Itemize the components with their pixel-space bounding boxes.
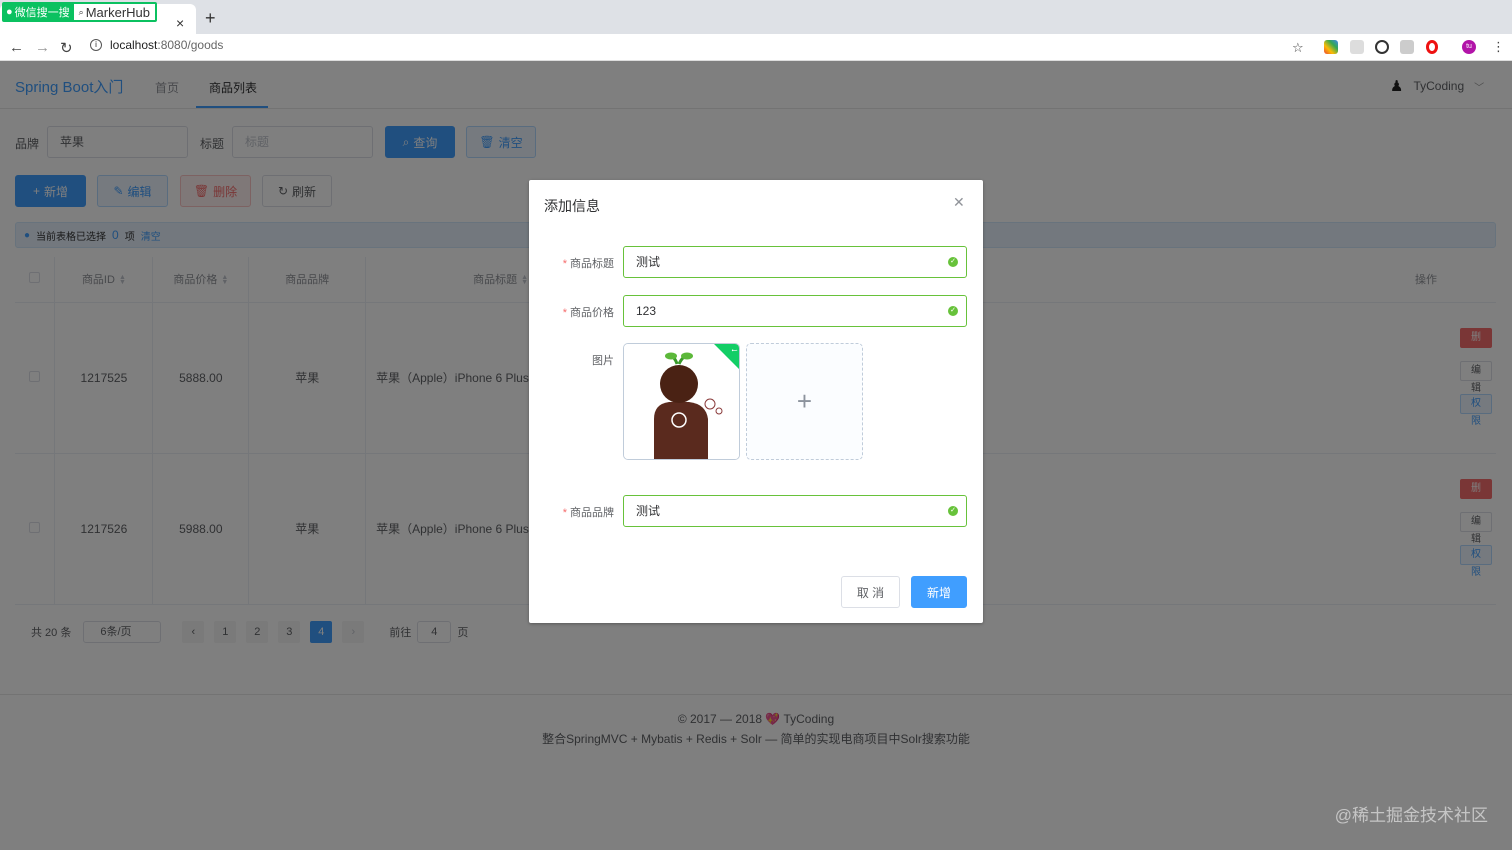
watermark: @稀土掘金技术社区 (1334, 806, 1488, 825)
close-icon[interactable]: ✕ (953, 194, 965, 211)
check-circle-icon: ✓ (948, 306, 958, 316)
cancel-button[interactable]: 取 消 (841, 576, 900, 608)
uploaded-image (624, 344, 739, 459)
plus-icon: + (796, 386, 813, 416)
goods-brand-value: 测试 (636, 504, 661, 518)
extension-icon[interactable] (1375, 40, 1389, 54)
field-label-brand: * 商品品牌 (562, 507, 614, 519)
field-label-image: 图片 (592, 355, 614, 367)
check-circle-icon: ✓ (948, 506, 958, 516)
cancel-button-label: 取 消 (856, 585, 885, 600)
goods-title-value: 测试 (636, 255, 661, 269)
goods-brand-input[interactable]: 测试 ✓ (623, 495, 967, 527)
submit-add-button[interactable]: 新增 (911, 576, 967, 608)
field-label-price-text: 商品价格 (570, 307, 614, 319)
submit-button-label: 新增 (926, 585, 951, 600)
field-label-title: * 商品标题 (562, 258, 614, 270)
menu-dots-icon[interactable]: ⋮ (1492, 39, 1505, 55)
check-circle-icon: ✓ (948, 257, 958, 267)
field-label-brand-text: 商品品牌 (570, 507, 614, 519)
extension-icon[interactable] (1324, 40, 1338, 54)
field-label-title-text: 商品标题 (570, 258, 614, 270)
wechat-search-badge: ● 微信搜一搜 ⌕ MarkerHub (2, 2, 157, 22)
new-tab-button[interactable]: + (205, 8, 216, 29)
opera-icon[interactable] (1426, 40, 1438, 54)
bookmark-star-icon[interactable]: ☆ (1292, 40, 1304, 56)
url-path: :8080/goods (157, 38, 224, 52)
reload-icon[interactable]: ↻ (60, 39, 73, 57)
goods-title-input[interactable]: 测试 ✓ (623, 246, 967, 278)
upload-add-card[interactable]: + (746, 343, 863, 460)
dialog-title: 添加信息 (544, 198, 600, 214)
address-bar[interactable]: i localhost:8080/goods (90, 38, 223, 52)
badge-search-icon: ⌕ (78, 6, 84, 17)
goods-price-input[interactable]: 123 ✓ (623, 295, 967, 327)
badge-prefix: 微信搜一搜 (14, 7, 70, 19)
extension-icon[interactable] (1400, 40, 1414, 54)
browser-tab-bar: Title × ● 微信搜一搜 ⌕MarkerHub + (0, 0, 1512, 34)
add-info-dialog: 添加信息 ✕ * 商品标题 测试 ✓ * 商品价格 123 ✓ 图片 ✓ + * 商品品牌… (529, 180, 983, 623)
goods-price-value: 123 (636, 304, 657, 318)
extension-icon[interactable] (1350, 40, 1364, 54)
profile-avatar[interactable]: tu (1462, 40, 1476, 54)
url-host: localhost (110, 38, 158, 52)
back-arrow-icon[interactable]: ← (9, 39, 24, 56)
badge-name: MarkerHub (85, 4, 150, 20)
field-label-price: * 商品价格 (562, 307, 614, 319)
uploaded-image-card[interactable]: ✓ (623, 343, 740, 460)
tab-close-icon[interactable]: × (176, 15, 184, 31)
info-icon[interactable]: i (90, 39, 102, 51)
forward-arrow-icon[interactable]: → (35, 39, 50, 56)
wechat-icon: ● (6, 6, 13, 18)
browser-toolbar: ← → ↻ i localhost:8080/goods ☆ tu ⋮ (0, 34, 1512, 61)
